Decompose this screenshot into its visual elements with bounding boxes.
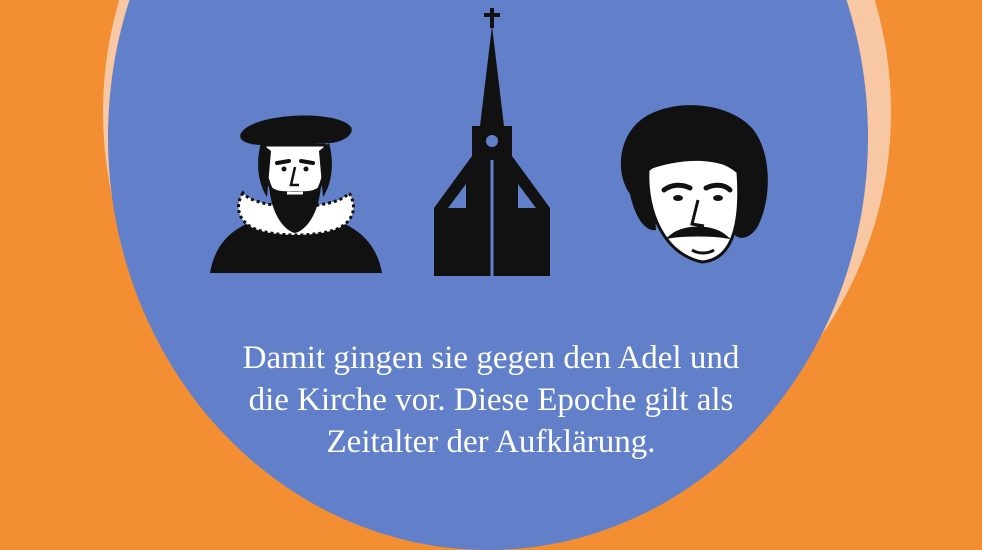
caption-line-2: die Kirche vor. Diese Epoche gilt als	[248, 382, 734, 418]
caption-line-3: Zeitalter der Aufklärung.	[326, 424, 656, 460]
writer-portrait-icon	[620, 105, 768, 264]
church-icon	[434, 8, 550, 276]
icon-row	[0, 0, 982, 300]
scholar-portrait-icon	[210, 115, 382, 273]
caption-line-1: Damit gingen sie gegen den Adel und	[242, 340, 740, 376]
caption-text: Damit gingen sie gegen den Adel und die …	[150, 337, 832, 463]
